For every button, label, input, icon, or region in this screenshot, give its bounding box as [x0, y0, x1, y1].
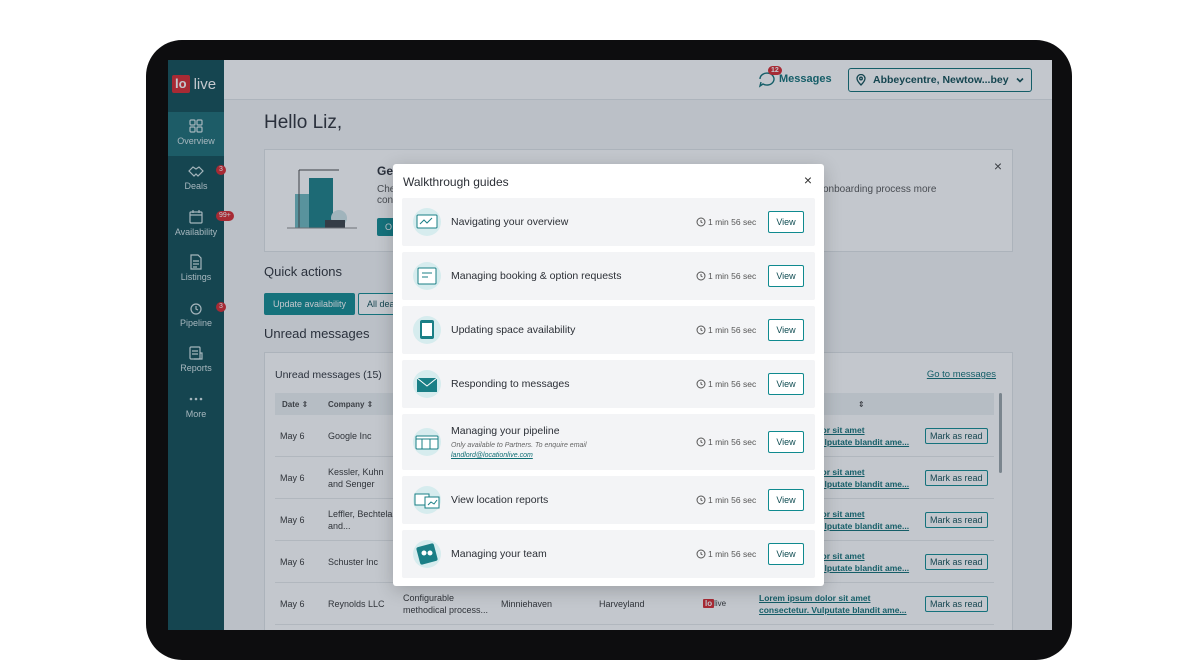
guide-duration: 1 min 56 sec	[696, 437, 756, 447]
clock-icon	[696, 437, 706, 447]
duration-text: 1 min 56 sec	[708, 271, 757, 281]
team-illustration-icon	[413, 540, 441, 568]
envelope-illustration-icon	[413, 370, 441, 398]
view-button[interactable]: View	[768, 543, 804, 565]
guide-item[interactable]: Navigating your overview 1 min 56 sec Vi…	[402, 198, 815, 246]
clock-icon	[696, 549, 706, 559]
overview-illustration-icon	[413, 208, 441, 236]
guide-item[interactable]: Managing booking & option requests 1 min…	[402, 252, 815, 300]
duration-text: 1 min 56 sec	[708, 495, 757, 505]
guide-item[interactable]: View location reports 1 min 56 sec View	[402, 476, 815, 524]
guide-duration: 1 min 56 sec	[696, 271, 756, 281]
pipeline-illustration-icon	[413, 428, 441, 456]
view-button[interactable]: View	[768, 211, 804, 233]
reports-illustration-icon	[413, 486, 441, 514]
guide-subtitle: Only available to Partners. To enquire e…	[451, 441, 651, 461]
guide-duration: 1 min 56 sec	[696, 495, 756, 505]
clock-icon	[696, 325, 706, 335]
duration-text: 1 min 56 sec	[708, 437, 757, 447]
clock-icon	[696, 379, 706, 389]
modal-title: Walkthrough guides	[403, 175, 509, 189]
partners-note: Only available to Partners. To enquire e…	[451, 442, 587, 449]
guide-duration: 1 min 56 sec	[696, 549, 756, 559]
availability-illustration-icon	[413, 316, 441, 344]
guide-title: Navigating your overview	[451, 216, 569, 228]
guide-title: Updating space availability	[451, 324, 576, 336]
view-button[interactable]: View	[768, 489, 804, 511]
view-button[interactable]: View	[768, 431, 804, 453]
walkthrough-guides-modal: Walkthrough guides × Navigating your ove…	[393, 164, 824, 586]
view-button[interactable]: View	[768, 319, 804, 341]
clock-icon	[696, 495, 706, 505]
guide-title: Managing your pipeline	[451, 425, 560, 437]
guide-item[interactable]: Managing your pipeline Only available to…	[402, 414, 815, 470]
guide-item[interactable]: Updating space availability 1 min 56 sec…	[402, 306, 815, 354]
enquiry-email-link[interactable]: landlord@locationlive.com	[451, 451, 651, 461]
guide-item[interactable]: Managing your team 1 min 56 sec View	[402, 530, 815, 578]
duration-text: 1 min 56 sec	[708, 549, 757, 559]
view-button[interactable]: View	[768, 265, 804, 287]
guide-duration: 1 min 56 sec	[696, 325, 756, 335]
clock-icon	[696, 271, 706, 281]
guide-title: View location reports	[451, 494, 549, 506]
guide-title: Managing booking & option requests	[451, 270, 622, 282]
close-icon[interactable]: ×	[804, 172, 812, 188]
duration-text: 1 min 56 sec	[708, 379, 757, 389]
guide-title: Responding to messages	[451, 378, 570, 390]
guide-duration: 1 min 56 sec	[696, 379, 756, 389]
booking-illustration-icon	[413, 262, 441, 290]
duration-text: 1 min 56 sec	[708, 325, 757, 335]
guide-item[interactable]: Responding to messages 1 min 56 sec View	[402, 360, 815, 408]
guide-title: Managing your team	[451, 548, 547, 560]
clock-icon	[696, 217, 706, 227]
view-button[interactable]: View	[768, 373, 804, 395]
guide-duration: 1 min 56 sec	[696, 217, 756, 227]
app-screen: lo live Overview 3 Deals 99+ Availabilit…	[168, 60, 1052, 630]
duration-text: 1 min 56 sec	[708, 217, 757, 227]
